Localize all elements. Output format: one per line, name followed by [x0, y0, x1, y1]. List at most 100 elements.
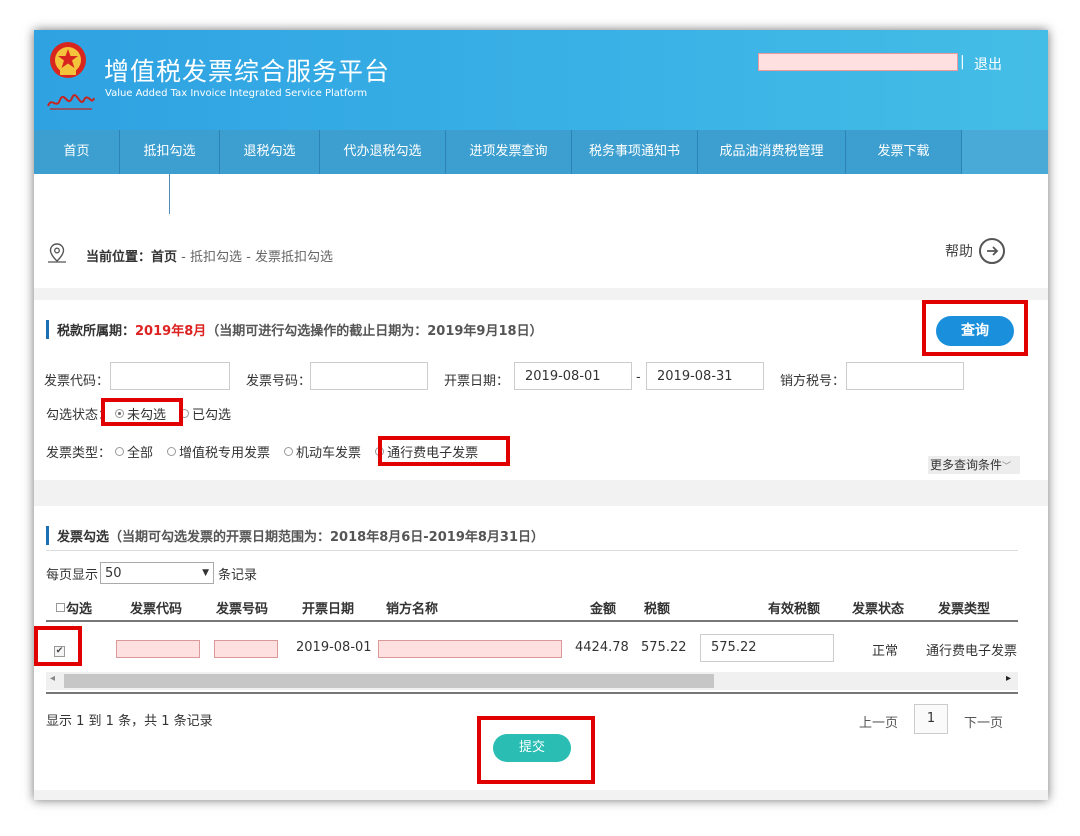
pagination-summary: 显示 1 到 1 条，共 1 条记录 [46, 714, 213, 729]
breadcrumb-current: 发票抵扣勾选 [254, 250, 333, 265]
breadcrumb-separator: - [242, 250, 255, 265]
table-bottom-divider [46, 692, 1018, 694]
help-button[interactable]: 帮助 [945, 238, 1005, 264]
breadcrumb-area: 当前位置：首页 - 抵扣勾选 - 发票抵扣勾选 帮助 [34, 174, 1048, 288]
page-size-prefix: 每页显示 [46, 567, 99, 583]
nav-item-home[interactable]: 首页 [34, 130, 120, 174]
scrollbar-thumb[interactable] [64, 674, 714, 688]
nav-item-input-invoice-query[interactable]: 进项发票查询 [446, 130, 572, 174]
status-option-unselected[interactable]: 未勾选 [111, 404, 166, 423]
radio-icon [167, 447, 177, 456]
nav-active-indicator [169, 174, 170, 214]
col-header-tax: 税额 [644, 602, 671, 617]
arrow-right-circle-icon [979, 238, 1005, 264]
date-range-separator: - [636, 370, 641, 385]
nav-item-deduction-select[interactable]: 抵扣勾选 [120, 130, 220, 174]
header-separator: | [960, 54, 965, 70]
radio-icon [180, 409, 190, 418]
col-header-invoice-code: 发票代码 [130, 602, 183, 617]
radio-selected-icon [115, 409, 125, 418]
page-number-button[interactable]: 1 [914, 704, 948, 734]
seller-name-redacted [378, 640, 562, 658]
breadcrumb-separator: - [177, 250, 190, 265]
scroll-left-icon[interactable]: ◂ [50, 673, 55, 684]
scroll-right-icon[interactable]: ▸ [1006, 673, 1011, 684]
invoice-number-label: 发票号码： [246, 374, 312, 389]
selection-status-group: 勾选状态： 未勾选 已勾选 [46, 404, 241, 423]
nav-item-invoice-download[interactable]: 发票下载 [846, 130, 962, 174]
national-emblem-icon [50, 42, 86, 78]
breadcrumb-level1[interactable]: 抵扣勾选 [190, 250, 242, 265]
tax-period-label: 税款所属期： [57, 324, 136, 339]
breadcrumb: 当前位置：首页 - 抵扣勾选 - 发票抵扣勾选 [86, 246, 333, 265]
type-option-vat-special[interactable]: 增值税专用发票 [163, 442, 270, 461]
type-option-all[interactable]: 全部 [111, 442, 153, 461]
invoice-number-input[interactable] [310, 362, 428, 390]
tax-period-value: 2019年8月 [135, 324, 207, 339]
page-size-select[interactable]: 50 ▼ [100, 562, 215, 584]
dropdown-arrow-icon: ▼ [202, 568, 210, 578]
effective-tax-input[interactable]: 575.22 [700, 634, 834, 662]
next-page-button[interactable]: 下一页 [964, 712, 1003, 731]
table-header-divider [46, 620, 1018, 622]
col-header-amount: 金额 [590, 602, 617, 617]
horizontal-scrollbar[interactable]: ◂ ▸ [46, 672, 1018, 690]
cell-amount: 4424.78 [575, 640, 629, 655]
nav-filler [962, 130, 1048, 174]
header: 增值税发票综合服务平台 Value Added Tax Invoice Inte… [34, 30, 1048, 130]
logout-link[interactable]: 退出 [974, 54, 1002, 74]
query-panel: 税款所属期：2019年8月（当期可进行勾选操作的截止日期为：2019年9月18日… [34, 300, 1048, 480]
prev-page-button[interactable]: 上一页 [859, 712, 898, 731]
logo-signature [47, 94, 95, 110]
username-redacted [758, 53, 958, 71]
col-header-effective-tax: 有效税额 [768, 602, 821, 617]
nav-item-oil-tax-management[interactable]: 成品油消费税管理 [698, 130, 846, 174]
cell-tax: 575.22 [641, 640, 687, 655]
invoice-section-title: 发票勾选（当期可勾选发票的开票日期范围为：2018年8月6日-2019年8月31… [46, 526, 544, 545]
cell-issue-date: 2019-08-01 [296, 640, 372, 655]
breadcrumb-label: 当前位置： [86, 250, 152, 265]
app-window: 增值税发票综合服务平台 Value Added Tax Invoice Inte… [34, 30, 1048, 800]
divider [46, 550, 1018, 551]
radio-selected-icon [375, 447, 385, 456]
page-size-suffix: 条记录 [218, 567, 258, 583]
invoice-code-label: 发票代码： [44, 374, 110, 389]
query-button[interactable]: 查询 [936, 316, 1014, 346]
issue-date-label: 开票日期： [444, 374, 510, 389]
invoice-number-redacted [214, 640, 278, 658]
tax-period-title: 税款所属期：2019年8月（当期可进行勾选操作的截止日期为：2019年9月18日… [46, 320, 543, 339]
breadcrumb-home[interactable]: 首页 [151, 250, 177, 265]
more-conditions-toggle[interactable]: 更多查询条件﹀ [928, 456, 1020, 474]
nav-item-refund-select[interactable]: 退税勾选 [220, 130, 320, 174]
nav-item-agent-refund-select[interactable]: 代办退税勾选 [320, 130, 446, 174]
select-all-checkbox[interactable] [56, 603, 65, 612]
status-option-selected[interactable]: 已勾选 [176, 404, 231, 423]
row-checkbox[interactable]: ✔ [54, 646, 65, 657]
page-size-value: 50 [105, 565, 122, 581]
type-option-label: 机动车发票 [296, 446, 362, 461]
page-size-control: 每页显示 50 ▼ 条记录 [46, 562, 257, 584]
tax-period-note: （当期可进行勾选操作的截止日期为：2019年9月18日） [206, 324, 543, 339]
cell-status: 正常 [872, 644, 899, 659]
col-header-invoice-number: 发票号码 [216, 602, 269, 617]
submit-button[interactable]: 提交 [493, 734, 571, 762]
col-header-issue-date: 开票日期 [302, 602, 355, 617]
chevron-down-icon: ﹀ [1002, 462, 1012, 472]
seller-tax-id-input[interactable] [846, 362, 964, 390]
nav-item-tax-notice[interactable]: 税务事项通知书 [572, 130, 698, 174]
status-option-label: 未勾选 [127, 408, 167, 423]
col-header-invoice-type: 发票类型 [938, 602, 991, 617]
type-option-label: 全部 [127, 446, 154, 461]
selection-status-label: 勾选状态： [46, 408, 112, 423]
more-conditions-label: 更多查询条件 [930, 458, 1003, 472]
issue-date-to-input[interactable] [646, 362, 764, 390]
invoice-section-note: （当期可勾选发票的开票日期范围为：2018年8月6日-2019年8月31日） [109, 530, 545, 545]
issue-date-from-input[interactable] [514, 362, 632, 390]
location-pin-icon [48, 243, 66, 263]
invoice-code-input[interactable] [110, 362, 230, 390]
type-option-vehicle[interactable]: 机动车发票 [280, 442, 361, 461]
status-option-label: 已勾选 [192, 408, 232, 423]
seller-tax-id-label: 销方税号： [780, 374, 846, 389]
type-option-toll-electronic[interactable]: 通行费电子发票 [371, 442, 478, 461]
col-header-seller-name: 销方名称 [386, 602, 439, 617]
